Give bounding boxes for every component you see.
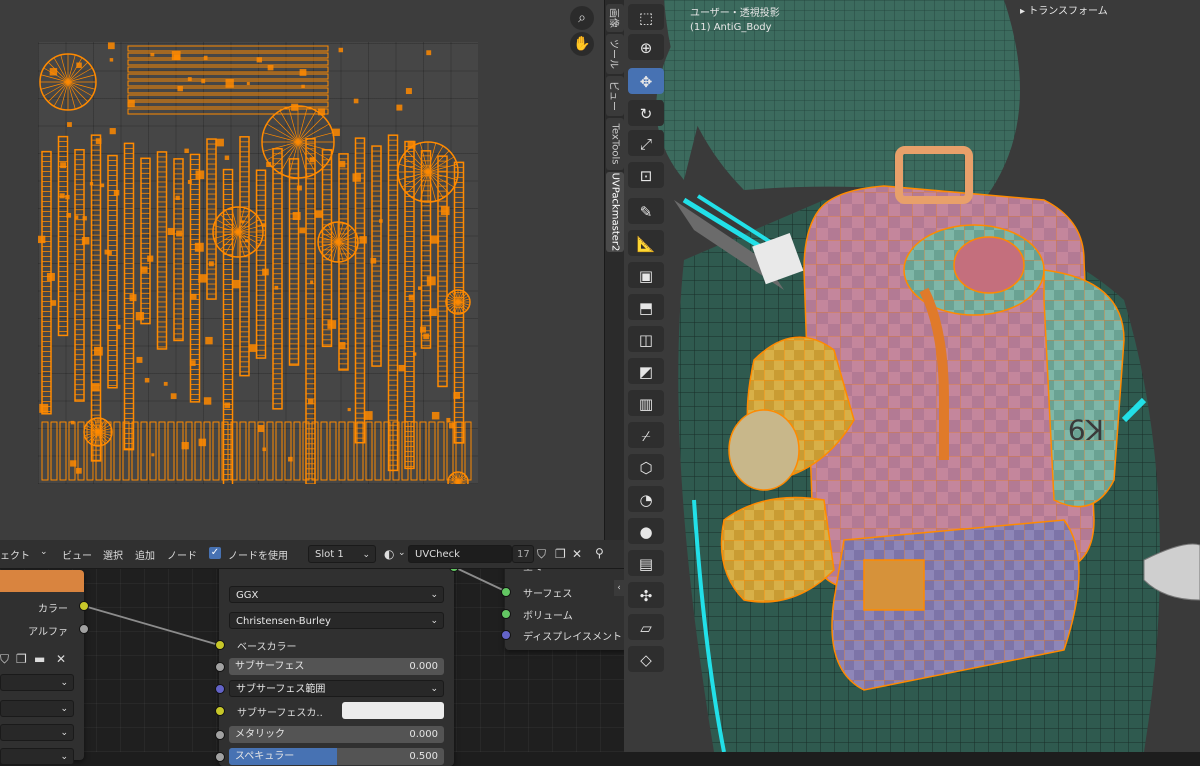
edge-slide-icon[interactable]: ▤ [628, 550, 664, 576]
displacement-label: ディスプレイスメント [523, 632, 622, 643]
use-nodes-checkbox[interactable]: ✓ [209, 547, 221, 559]
sidebar-toggle-icon[interactable]: ‹ [614, 580, 624, 596]
move-icon[interactable]: ✥ [628, 68, 664, 94]
tab-textools[interactable]: TexTools [606, 118, 624, 170]
folder-icon[interactable]: ▬ [34, 652, 45, 666]
bevel-icon[interactable]: ◩ [628, 358, 664, 384]
smooth-icon[interactable]: ● [628, 518, 664, 544]
poly-build-icon[interactable]: ⬡ [628, 454, 664, 480]
output-alpha-label: アルファ [28, 627, 68, 638]
socket-subsurface[interactable] [215, 662, 225, 672]
base-color-label: ベースカラー [237, 642, 297, 653]
material-sphere-icon[interactable]: ◐ [384, 547, 394, 561]
socket-specular[interactable] [215, 752, 225, 762]
image-buttons: ⛉ ❐ ▬ ✕ [0, 652, 74, 668]
menu-add[interactable]: 追加 [135, 547, 155, 562]
shield-icon[interactable]: ⛉ [0, 652, 9, 667]
view-perspective-label: ユーザー・透視投影 [690, 8, 780, 19]
fake-user-shield-icon[interactable]: ⛉ [537, 547, 546, 562]
tab-tool[interactable]: ツール [606, 34, 624, 74]
image-texture-node[interactable]: カラー アルファ ⛉ ❐ ▬ ✕ ⌄ ⌄ ⌄ ⌄ [0, 570, 89, 765]
knife-icon[interactable]: ⌿ [628, 422, 664, 448]
menu-node[interactable]: ノード [167, 547, 197, 562]
3d-viewport[interactable]: K9 ユーザー・透視投影 (11) AntiG_Body ▸ トランスフォーム [624, 0, 1200, 752]
socket-subsurface-radius[interactable] [215, 684, 225, 694]
shear-icon[interactable]: ▱ [628, 614, 664, 640]
socket-alpha[interactable] [79, 624, 89, 634]
socket-surface[interactable] [501, 587, 511, 597]
active-object-label: (11) AntiG_Body [690, 22, 772, 33]
hand-icon[interactable]: ✋ [570, 32, 594, 56]
material-name-field[interactable]: UVCheck [408, 545, 512, 563]
uv-editor[interactable]: ⌕ ✋ [0, 0, 604, 540]
add-cube-icon[interactable]: ▣ [628, 262, 664, 288]
image-dropdown-1[interactable]: ⌄ [0, 674, 74, 691]
measure-icon[interactable]: 📐 [628, 230, 664, 256]
scale-icon[interactable]: ⤢ [628, 130, 664, 156]
menu-view[interactable]: ビュー [62, 547, 92, 562]
inset-icon[interactable]: ◫ [628, 326, 664, 352]
subsurface-color-swatch[interactable] [342, 702, 444, 719]
node-header-bar [0, 570, 84, 592]
transform-panel-header[interactable]: ▸ トランスフォーム [1020, 2, 1108, 17]
socket-subsurface-color[interactable] [215, 706, 225, 716]
image-dropdown-3[interactable]: ⌄ [0, 724, 74, 741]
specular-field[interactable]: スペキュラー 0.500 [229, 748, 444, 765]
output-color-label: カラー [38, 604, 68, 615]
node-editor[interactable]: カラー アルファ ⛉ ❐ ▬ ✕ ⌄ ⌄ ⌄ ⌄ BSDF GGX⌄ Chris… [0, 540, 627, 766]
socket-base-color[interactable] [215, 640, 225, 650]
tab-view[interactable]: ビュー [606, 76, 624, 116]
loop-cut-icon[interactable]: ▥ [628, 390, 664, 416]
image-dropdown-4[interactable]: ⌄ [0, 748, 74, 765]
duplicate-icon[interactable]: ❐ [16, 652, 27, 666]
principled-bsdf-node[interactable]: BSDF GGX⌄ Christensen-Burley⌄ ベースカラー サブサ… [215, 546, 459, 766]
socket-volume[interactable] [501, 609, 511, 619]
uv-canvas[interactable] [38, 42, 478, 484]
tab-uvpackmaster2[interactable]: UVPackmaster2 [606, 172, 624, 252]
cursor-icon[interactable]: ⊕ [628, 34, 664, 60]
rotate-icon[interactable]: ↻ [628, 100, 664, 126]
distribution-select[interactable]: GGX ⌄ [229, 586, 444, 603]
node-editor-header: ェクト ⌄ ビュー 選択 追加 ノード ✓ ノードを使用 Slot 1 ⌄ ◐ ⌄… [0, 540, 624, 569]
subsurface-color-label: サブサーフェスカ.. [237, 708, 323, 719]
use-nodes-label: ノードを使用 [228, 551, 288, 562]
subsurface-method-select[interactable]: Christensen-Burley ⌄ [229, 612, 444, 629]
subsurface-field[interactable]: サブサーフェス 0.000 [229, 658, 444, 675]
slot-dropdown[interactable]: Slot 1 ⌄ [308, 545, 376, 563]
subsurface-radius-select[interactable]: サブサーフェス範囲 ⌄ [229, 680, 444, 697]
extrude-icon[interactable]: ⬒ [628, 294, 664, 320]
menu-object[interactable]: ェクト [0, 547, 30, 562]
transform-icon[interactable]: ⊡ [628, 162, 664, 188]
duplicate-icon[interactable]: ❐ [555, 547, 566, 561]
tab-image[interactable]: 画像 [606, 4, 624, 32]
chevron-down-icon[interactable]: ⌄ [398, 548, 406, 558]
annotate-icon[interactable]: ✎ [628, 198, 664, 224]
user-count: 17 [512, 545, 534, 563]
viewport-scene: K9 [624, 0, 1200, 752]
close-icon[interactable]: ✕ [572, 547, 582, 561]
spin-icon[interactable]: ◔ [628, 486, 664, 512]
socket-color[interactable] [79, 601, 89, 611]
rip-icon[interactable]: ◇ [628, 646, 664, 672]
chevron-down-icon[interactable]: ⌄ [40, 547, 48, 557]
zoom-icon[interactable]: ⌕ [570, 6, 594, 30]
socket-displacement[interactable] [501, 630, 511, 640]
shrink-fatten-icon[interactable]: ✣ [628, 582, 664, 608]
uv-islands [38, 42, 472, 484]
uv-sidebar-tabs: 画像 ツール ビュー TexTools UVPackmaster2 [604, 0, 625, 540]
menu-select[interactable]: 選択 [103, 547, 123, 562]
surface-label: サーフェス [523, 589, 573, 600]
select-box-icon[interactable]: ⬚ [628, 4, 664, 30]
socket-metallic[interactable] [215, 730, 225, 740]
svg-text:K9: K9 [1068, 413, 1104, 446]
volume-label: ボリューム [523, 611, 573, 622]
image-dropdown-2[interactable]: ⌄ [0, 700, 74, 717]
close-icon[interactable]: ✕ [56, 652, 66, 666]
pin-icon[interactable]: ⚲ [595, 546, 604, 560]
metallic-field[interactable]: メタリック 0.000 [229, 726, 444, 743]
